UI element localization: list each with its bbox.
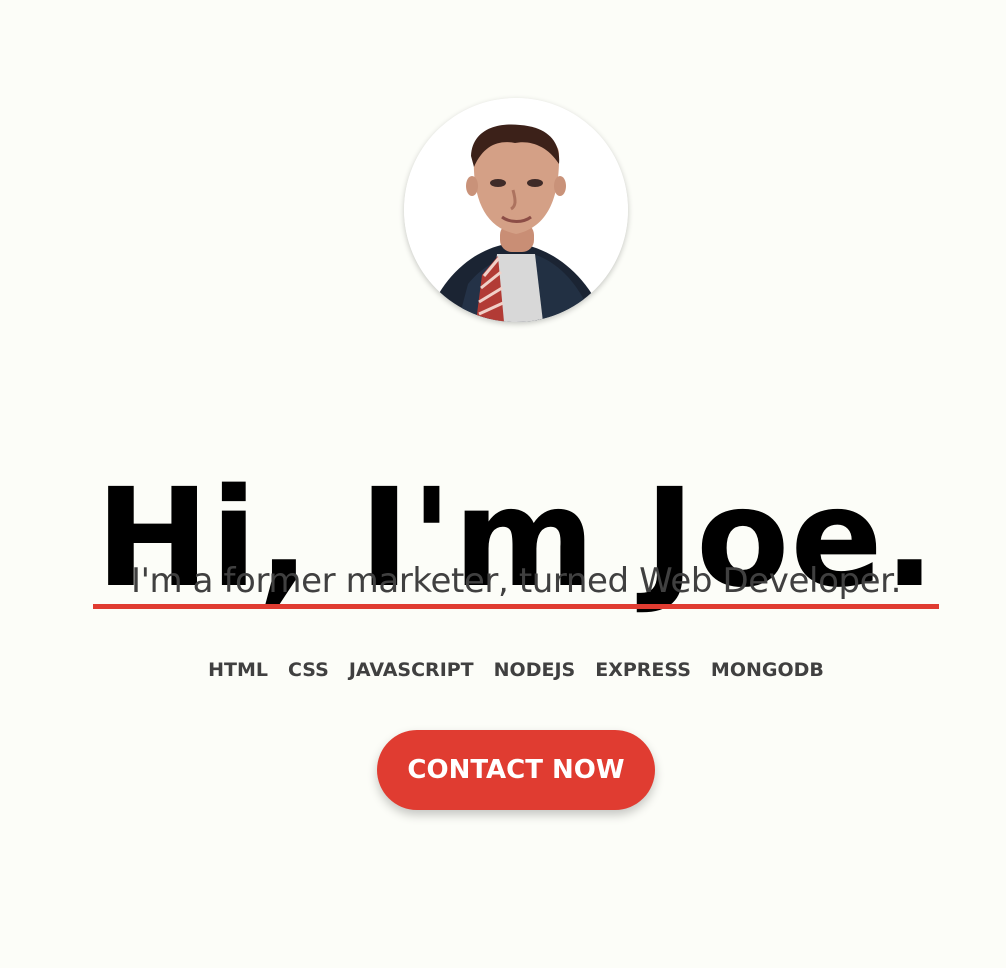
skill-css: CSS — [288, 659, 329, 681]
skill-express: EXPRESS — [595, 659, 691, 681]
red-divider — [93, 604, 939, 609]
profile-avatar — [404, 98, 628, 322]
hero-subheading: I'm a former marketer, turned Web Develo… — [130, 561, 902, 601]
hero-section: Hi, I'm Joe. I'm a former marketer, turn… — [0, 0, 1006, 968]
skill-nodejs: NODEJS — [493, 659, 576, 681]
skill-html: HTML — [208, 659, 269, 681]
contact-now-button[interactable]: CONTACT NOW — [377, 730, 655, 810]
skills-list: HTML CSS JAVASCRIPT NODEJS EXPRESS MONGO… — [0, 656, 1006, 684]
skill-javascript: JAVASCRIPT — [348, 659, 474, 681]
skill-mongodb: MONGODB — [710, 659, 824, 681]
profile-photo — [404, 98, 628, 322]
